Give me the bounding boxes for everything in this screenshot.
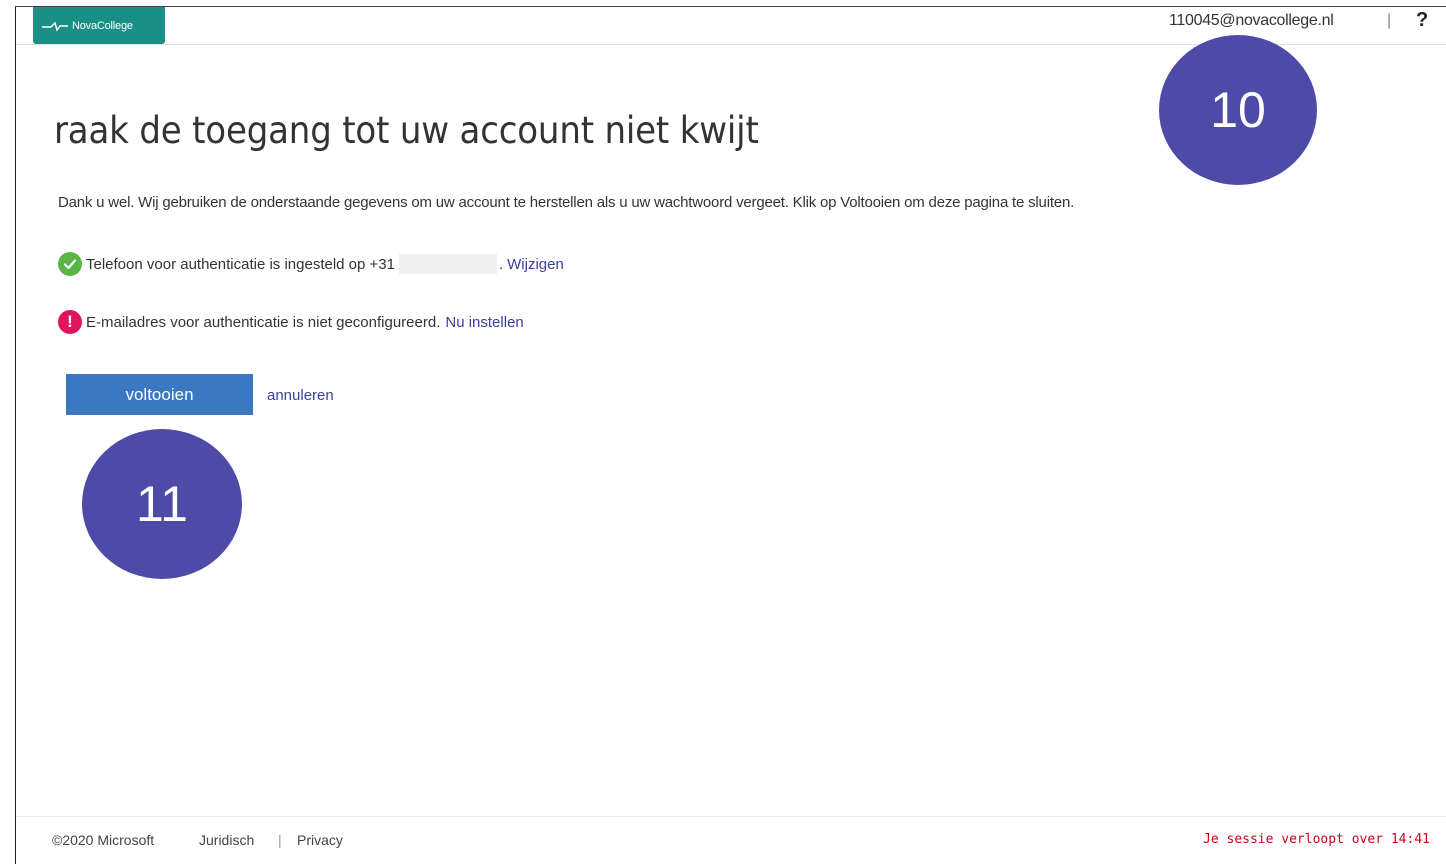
help-icon[interactable]: ?: [1416, 9, 1428, 32]
brand-logo[interactable]: NovaCollege: [33, 7, 165, 44]
change-phone-link[interactable]: Wijzigen: [507, 256, 564, 273]
header-divider: |: [1387, 12, 1392, 29]
page-title: raak de toegang tot uw account niet kwij…: [54, 109, 759, 152]
cancel-link[interactable]: annuleren: [267, 387, 334, 404]
redacted-phone-number: [398, 254, 497, 274]
phone-status-text: Telefoon voor authenticatie is ingesteld…: [86, 255, 395, 273]
logo-mark-icon: [42, 21, 68, 32]
email-status-row: ! E-mailadres voor authenticatie is niet…: [58, 310, 524, 334]
error-circle-icon: !: [58, 310, 82, 334]
callout-badge-10: 10: [1159, 35, 1317, 185]
legal-link[interactable]: Juridisch: [199, 832, 254, 848]
privacy-link[interactable]: Privacy: [297, 832, 343, 848]
setup-email-link[interactable]: Nu instellen: [445, 314, 523, 331]
page-frame: NovaCollege 110045@novacollege.nl | ? ra…: [15, 6, 1446, 864]
user-email[interactable]: 110045@novacollege.nl: [1169, 12, 1334, 30]
session-timeout-text: Je sessie verloopt over 14:41: [1203, 832, 1430, 847]
footer: ©2020 Microsoft Juridisch | Privacy Je s…: [16, 816, 1446, 865]
finish-button[interactable]: voltooien: [66, 374, 253, 415]
intro-text: Dank u wel. Wij gebruiken de onderstaand…: [58, 194, 1075, 211]
check-circle-icon: [58, 252, 82, 276]
email-status-text: E-mailadres voor authenticatie is niet g…: [86, 313, 441, 331]
footer-divider: |: [278, 832, 282, 848]
logo-text: NovaCollege: [72, 19, 133, 32]
phone-status-row: Telefoon voor authenticatie is ingesteld…: [58, 252, 564, 276]
callout-badge-11: 11: [82, 429, 242, 579]
copyright-text: ©2020 Microsoft: [52, 832, 155, 848]
phone-status-suffix: .: [498, 255, 504, 273]
